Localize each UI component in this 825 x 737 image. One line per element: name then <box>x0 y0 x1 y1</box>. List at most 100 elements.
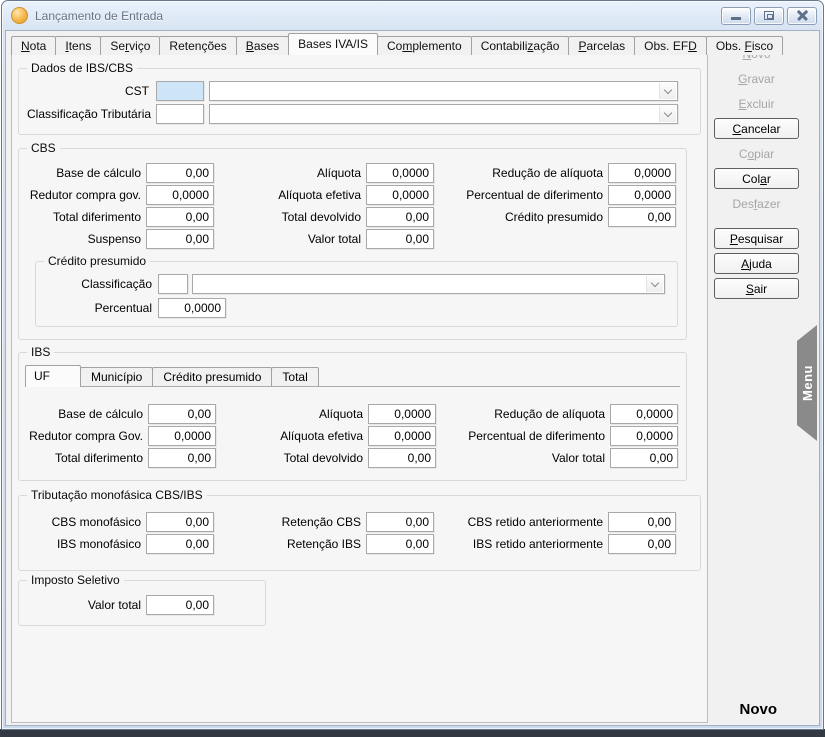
group-title: Crédito presumido <box>44 254 150 268</box>
titlebar: Lançamento de Entrada <box>2 1 823 28</box>
field-label: Total devolvido <box>219 448 365 468</box>
cbs-suspenso-input[interactable] <box>146 229 214 249</box>
ibs-aliquota-input[interactable] <box>368 404 436 424</box>
tab-retencoes[interactable]: Retenções <box>159 36 236 55</box>
field-label: Redutor compra Gov. <box>29 426 145 446</box>
cbs-valor-total-input[interactable] <box>366 229 434 249</box>
credito-classificacao-code-input[interactable] <box>158 274 188 294</box>
tab-servico[interactable]: Serviço <box>100 36 160 55</box>
cbs-retido-anteriormente-input[interactable] <box>608 512 676 532</box>
ibs-retido-anteriormente-input[interactable] <box>608 534 676 554</box>
cbs-redutor-compra-gov-input[interactable] <box>146 185 214 205</box>
window: Lançamento de Entrada Nota Itens Serviço… <box>1 0 824 730</box>
field-label: CBS retido anteriormente <box>437 512 605 532</box>
tributacao-monofasica-group: Tributação monofásica CBS/IBS CBS monofá… <box>18 495 701 571</box>
group-title: Dados de IBS/CBS <box>27 61 137 75</box>
tabpage-bases-iva-is: Dados de IBS/CBS CST Classificação Tribu… <box>11 54 708 723</box>
tab-contabilizacao[interactable]: Contabilização <box>471 36 570 55</box>
tab-obs-efd[interactable]: Obs. EFD <box>634 36 707 55</box>
field-label: Valor total <box>27 595 143 615</box>
field-label: Classificação <box>42 274 154 294</box>
ibs-base-calculo-input[interactable] <box>148 404 216 424</box>
cbs-monofasico-input[interactable] <box>146 512 214 532</box>
cancelar-button[interactable]: Cancelar <box>714 118 799 139</box>
field-label: CBS monofásico <box>27 512 143 532</box>
cbs-total-diferimento-input[interactable] <box>146 207 214 227</box>
imposto-seletivo-group: Imposto Seletivo Valor total <box>18 580 266 626</box>
field-label: Classificação Tributária <box>27 104 151 124</box>
field-label: Crédito presumido <box>437 207 605 227</box>
ibs-monofasico-input[interactable] <box>146 534 214 554</box>
ibs-redutor-compra-gov-input[interactable] <box>148 426 216 446</box>
classificacao-combo-dropdown-button[interactable] <box>659 106 676 122</box>
ibs-group: IBS UF Município Crédito presumido Total… <box>18 352 687 481</box>
tab-complemento[interactable]: Complemento <box>377 36 472 55</box>
app-icon <box>11 7 28 24</box>
dados-ibs-cbs-group: Dados de IBS/CBS CST Classificação Tribu… <box>18 68 701 135</box>
cbs-reducao-aliquota-input[interactable] <box>608 163 676 183</box>
tab-obs-fisco[interactable]: Obs. Fisco <box>706 36 783 55</box>
field-label: Retenção IBS <box>217 534 363 554</box>
tab-itens[interactable]: Itens <box>55 36 101 55</box>
tab-bases-iva-is[interactable]: Bases IVA/IS <box>288 33 378 55</box>
retencao-ibs-input[interactable] <box>366 534 434 554</box>
field-label: Total diferimento <box>29 448 145 468</box>
classificacao-tributaria-combo[interactable] <box>209 104 678 124</box>
ibs-tab-total[interactable]: Total <box>271 367 318 386</box>
ibs-percentual-diferimento-input[interactable] <box>610 426 678 446</box>
chevron-down-icon <box>664 85 672 93</box>
cbs-base-calculo-input[interactable] <box>146 163 214 183</box>
cbs-credito-presumido-input[interactable] <box>608 207 676 227</box>
window-title: Lançamento de Entrada <box>35 9 711 23</box>
cst-code-input[interactable] <box>156 81 204 101</box>
classificacao-tributaria-code-input[interactable] <box>156 104 204 124</box>
restore-button[interactable] <box>754 7 784 25</box>
excluir-button: Excluir <box>714 93 799 114</box>
ibs-tab-credito-presumido[interactable]: Crédito presumido <box>152 367 272 386</box>
field-label: Alíquota <box>217 163 363 183</box>
tab-parcelas[interactable]: Parcelas <box>568 36 635 55</box>
window-controls <box>718 7 817 25</box>
group-title: Tributação monofásica CBS/IBS <box>27 488 207 502</box>
cbs-aliquota-input[interactable] <box>366 163 434 183</box>
ibs-aliquota-efetiva-input[interactable] <box>368 426 436 446</box>
group-title: IBS <box>27 345 54 359</box>
credito-percentual-input[interactable] <box>158 298 226 318</box>
cst-combo-dropdown-button[interactable] <box>659 83 676 99</box>
copiar-button: Copiar <box>714 143 799 164</box>
close-button[interactable] <box>787 7 817 25</box>
tab-nota[interactable]: Nota <box>11 36 56 55</box>
side-button-panel: Novo Gravar Excluir Cancelar Copiar Cola… <box>714 43 799 299</box>
menu-pull-tab[interactable]: Menu <box>797 325 817 441</box>
credito-combo-dropdown-button[interactable] <box>646 276 663 292</box>
field-label: Suspenso <box>27 229 143 249</box>
field-label: CST <box>27 81 151 101</box>
minimize-icon <box>731 17 741 20</box>
ibs-valor-total-input[interactable] <box>610 448 678 468</box>
seletivo-valor-total-input[interactable] <box>146 595 214 615</box>
close-icon <box>796 10 809 21</box>
taskbar-strip <box>0 729 825 737</box>
sair-button[interactable]: Sair <box>714 278 799 299</box>
ibs-total-diferimento-input[interactable] <box>148 448 216 468</box>
cbs-percentual-diferimento-input[interactable] <box>608 185 676 205</box>
cbs-total-devolvido-input[interactable] <box>366 207 434 227</box>
retencao-cbs-input[interactable] <box>366 512 434 532</box>
ibs-tabstrip: UF Município Crédito presumido Total <box>25 365 680 387</box>
ibs-reducao-aliquota-input[interactable] <box>610 404 678 424</box>
minimize-button[interactable] <box>721 7 751 25</box>
ibs-tab-municipio[interactable]: Município <box>80 367 153 386</box>
cst-combo[interactable] <box>209 81 678 101</box>
cbs-aliquota-efetiva-input[interactable] <box>366 185 434 205</box>
field-label: Percentual de diferimento <box>439 426 607 446</box>
tab-bases[interactable]: Bases <box>236 36 289 55</box>
colar-button[interactable]: Colar <box>714 168 799 189</box>
ibs-tab-uf[interactable]: UF <box>25 365 81 387</box>
pesquisar-button[interactable]: Pesquisar <box>714 228 799 249</box>
ajuda-button[interactable]: Ajuda <box>714 253 799 274</box>
ibs-total-devolvido-input[interactable] <box>368 448 436 468</box>
chevron-down-icon <box>651 278 659 286</box>
group-title: CBS <box>27 141 60 155</box>
credito-classificacao-combo[interactable] <box>192 274 665 294</box>
cbs-group: CBS Base de cálculo Alíquota Redução de … <box>18 148 687 340</box>
